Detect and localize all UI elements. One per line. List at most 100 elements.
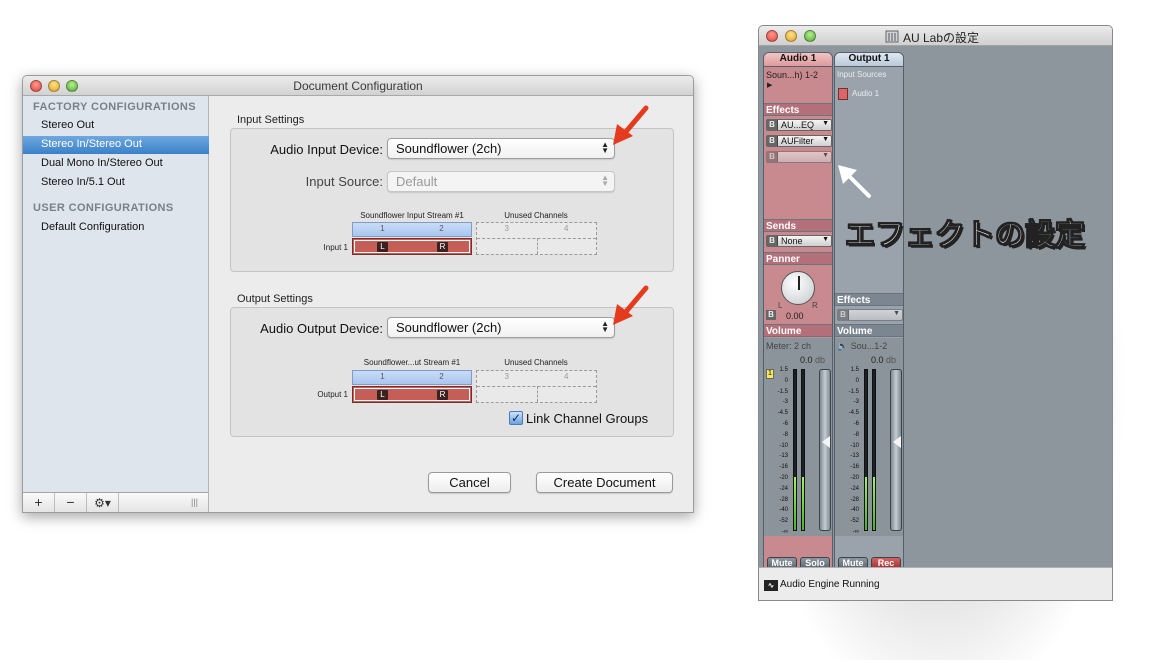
meter-scale-tick: 1.5 [850,367,859,373]
meter-bar-left [864,369,868,531]
meter-scale-tick: -∞ [852,529,859,535]
cancel-button[interactable]: Cancel [428,472,511,493]
meter-bar-left [793,369,797,531]
volume-section-label: Volume [764,324,832,337]
link-channel-groups-label[interactable]: Link Channel Groups [526,411,648,426]
sidebar-item-stereo-in-51-out[interactable]: Stereo In/5.1 Out [23,174,209,192]
red-arrow-icon [613,105,649,145]
volume-fader[interactable] [819,369,831,531]
engine-status-icon: ∿ [764,580,778,591]
meter-scale-tick: -4.5 [848,410,859,417]
channel-number: 1 [380,372,385,381]
effects-section-label: Effects [835,293,903,306]
close-button[interactable] [766,30,778,42]
input-source-popup[interactable]: Default ▲ ▼ [387,171,615,192]
meter-label: Meter: 2 ch [766,341,812,351]
effects-settings-callout: エフェクトの設定 [845,219,1086,253]
meter-scale-tick: -52 [779,518,788,525]
meter-fill [794,477,796,530]
factory-configurations-heading: FACTORY CONFIGURATIONS [33,101,197,113]
meter-scale-tick: -28 [779,496,788,503]
meter-scale: 1.5 0 -1.5 -3 -4.5 -6 -8 -10 -13 -16 -20 -24 -28 -40 -… [764,367,788,535]
meter-scale-tick: -40 [850,507,859,514]
meter-scale-tick: -8 [853,431,859,438]
minimize-button[interactable] [785,30,797,42]
fader-handle[interactable] [822,436,830,448]
meter-scale-tick: -4.5 [777,410,788,417]
effect-slot-1[interactable]: B ▼ [837,309,903,321]
pan-knob[interactable] [781,271,815,305]
window-title: Document Configuration [293,79,423,93]
left-channel-marker: L [377,242,388,252]
effect-slot-1[interactable]: B AU...EQ ▼ [766,119,832,131]
meter-fill [873,477,875,530]
audio-output-device-label: Audio Output Device: [260,321,383,336]
source-color-swatch [838,88,848,100]
effect-slot-2[interactable]: B AUFilter ▼ [766,135,832,147]
output-row-label: Output 1 [317,390,348,399]
input-source-item[interactable]: Audio 1 [852,89,879,98]
input-row-label: Input 1 [323,243,348,252]
remove-button[interactable]: − [55,493,87,512]
input-source-label: Input Source: [305,174,383,189]
disclosure-triangle-icon[interactable]: ▶ [767,81,772,89]
resize-handle-icon[interactable]: ||| [191,497,198,507]
document-configuration-window: Document Configuration FACTORY CONFIGURA… [22,75,694,513]
effect-slot-3[interactable]: B ▼ [766,151,832,163]
send-slot[interactable]: B None ▼ [766,235,832,247]
volume-fader[interactable] [890,369,902,531]
meter-scale-tick: -16 [779,464,788,471]
strip-name[interactable]: Audio 1 [764,53,832,67]
level-value: 0.0 db [871,355,897,365]
title-bar: Document Configuration [23,76,693,96]
channel-number: 3 [504,372,509,381]
fader-handle[interactable] [893,436,901,448]
create-document-button[interactable]: Create Document [536,472,673,493]
input-channel-header: 1 2 [352,222,472,237]
meter-scale-tick: -20 [850,475,859,481]
red-arrow-icon [613,285,649,325]
meter-zone: Meter: 2 ch 0.0 db 1 1.5 0 -1.5 -3 -4.5 -6 -8-… [764,338,832,536]
meter-scale-tick: 1.5 [779,367,788,373]
zoom-button[interactable] [804,30,816,42]
sidebar-item-dual-mono[interactable]: Dual Mono In/Stereo Out [23,155,209,173]
meter-scale-tick: -52 [850,518,859,525]
meter-scale-tick: -24 [779,485,788,492]
channel-number: 2 [439,224,444,233]
sidebar-item-stereo-out[interactable]: Stereo Out [23,117,209,135]
status-bar: ∿ Audio Engine Running [759,567,1112,600]
strip-source[interactable]: Soun...h) 1-2 [766,70,818,80]
input-channel-group[interactable]: L R [352,238,472,255]
au-lab-document-icon [885,29,899,43]
audio-output-device-popup[interactable]: Soundflower (2ch) ▲ ▼ [387,317,615,338]
meter-fill [802,477,804,530]
output-channel-header: 1 2 [352,370,472,385]
channel-number: 3 [504,224,509,233]
sidebar-item-stereo-in-stereo-out[interactable]: Stereo In/Stereo Out [23,136,209,154]
channel-number: 4 [564,224,569,233]
output-channel-group[interactable]: L R [352,386,472,403]
meter-scale-tick: -3 [782,399,788,406]
input-unused-channels: 3 4 [476,222,597,255]
gear-icon[interactable]: ⚙▾ [87,493,119,512]
output-settings-label: Output Settings [237,293,313,305]
add-button[interactable]: + [23,493,55,512]
output-device-label: 🔈 Sou...1-2 [837,341,888,351]
link-channel-groups-checkbox[interactable]: ✓ [509,411,523,425]
pan-left-label: L [778,301,783,310]
audio-input-device-popup[interactable]: Soundflower (2ch) ▲ ▼ [387,138,615,159]
mixer-area: Audio 1 Soun...h) 1-2 ▶ Effects B AU...EQ… [759,46,1112,571]
left-channel-marker: L [377,390,388,400]
meter-scale-tick: -10 [850,442,859,449]
window-title: AU Labの設定 [903,31,980,45]
pan-bypass-button[interactable]: B [766,310,776,320]
output-stream-title: Soundflower...ut Stream #1 [363,358,461,367]
input-sources-label: Input Sources [837,70,887,79]
sidebar-item-default-configuration[interactable]: Default Configuration [23,219,209,237]
meter-scale-tick: -40 [779,507,788,514]
meter-scale-tick: -24 [850,485,859,492]
channel-number: 2 [439,372,444,381]
strip-name[interactable]: Output 1 [835,53,903,67]
engine-status-text: Audio Engine Running [780,579,880,590]
level-value: 0.0 db [800,355,826,365]
